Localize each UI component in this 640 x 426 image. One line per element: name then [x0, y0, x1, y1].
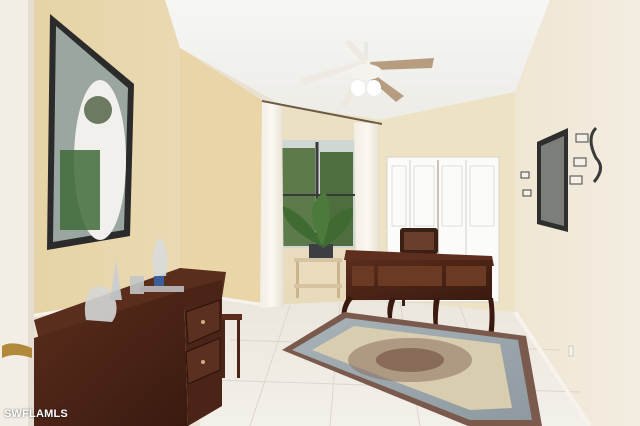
room-photo: SWFLAMLS — [0, 0, 640, 426]
curtain-left — [260, 102, 284, 308]
watermark: SWFLAMLS — [4, 408, 68, 420]
room-illustration — [0, 0, 640, 426]
curtain-right — [354, 122, 380, 252]
wall-outlet — [568, 345, 574, 357]
framed-art-right — [537, 128, 568, 232]
